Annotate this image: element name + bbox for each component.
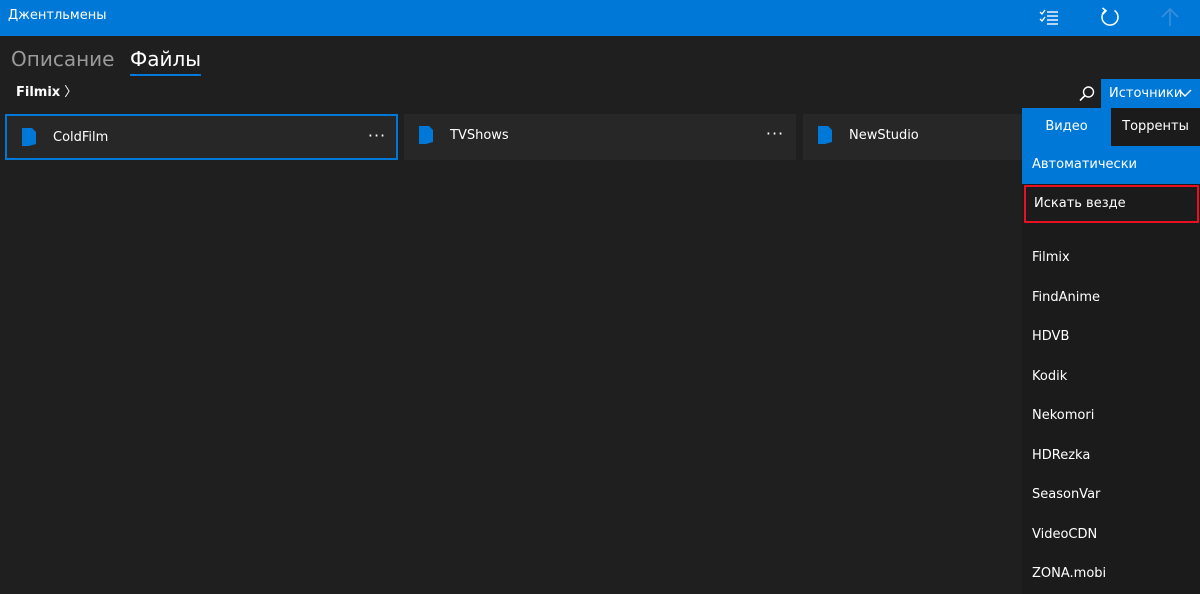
- source-item-hdvb[interactable]: HDVB: [1022, 321, 1200, 353]
- folder-icon: [817, 125, 833, 145]
- source-item-findanime[interactable]: FindAnime: [1022, 282, 1200, 314]
- segment-torrents[interactable]: Торренты: [1111, 108, 1200, 146]
- source-option-search-everywhere[interactable]: Искать везде: [1024, 185, 1199, 223]
- source-item-label: HDVB: [1032, 329, 1070, 344]
- segment-video[interactable]: Видео: [1022, 108, 1111, 146]
- segment-video-label: Видео: [1045, 119, 1088, 134]
- more-options-button[interactable]: ···: [363, 116, 391, 156]
- source-item-hdrezka[interactable]: HDRezka: [1022, 440, 1200, 472]
- breadcrumb-chevron: 〉: [64, 85, 78, 100]
- source-option-label: Искать везде: [1034, 196, 1126, 211]
- source-item-label: Kodik: [1032, 369, 1068, 384]
- source-item-label: ZONA.mobi: [1032, 566, 1107, 581]
- source-item-label: SeasonVar: [1032, 487, 1101, 502]
- source-option-automatic[interactable]: Автоматически: [1022, 146, 1200, 184]
- folder-tile-newstudio[interactable]: NewStudio: [803, 114, 1022, 160]
- sources-dropdown-button[interactable]: Источники: [1101, 79, 1200, 109]
- folder-icon: [418, 125, 434, 145]
- sources-flyout: Видео Торренты Автоматически Искать везд…: [1022, 108, 1200, 594]
- folder-icon: [21, 127, 37, 147]
- source-item-label: Filmix: [1032, 250, 1070, 265]
- segment-torrents-label: Торренты: [1122, 119, 1189, 134]
- tab-files[interactable]: Файлы: [130, 46, 202, 76]
- refresh-icon[interactable]: [1097, 4, 1123, 30]
- folder-name: ColdFilm: [53, 130, 109, 145]
- breadcrumb-item[interactable]: Filmix: [16, 85, 60, 100]
- sources-button-label: Источники: [1109, 86, 1183, 101]
- checklist-icon[interactable]: [1036, 4, 1062, 30]
- tab-description-label: Описание: [11, 47, 115, 71]
- source-option-label: Автоматически: [1032, 157, 1138, 172]
- breadcrumb[interactable]: Filmix 〉: [16, 84, 77, 102]
- source-item-label: FindAnime: [1032, 290, 1101, 305]
- source-item-label: Nekomori: [1032, 408, 1095, 423]
- source-item-label: HDRezka: [1032, 448, 1091, 463]
- title-bar: Джентльмены: [0, 0, 1200, 36]
- search-icon[interactable]: [1077, 84, 1097, 104]
- folder-name: TVShows: [450, 128, 509, 143]
- more-options-button[interactable]: ···: [761, 114, 789, 154]
- tab-active-indicator: [130, 74, 202, 76]
- source-item-kodik[interactable]: Kodik: [1022, 361, 1200, 393]
- chevron-down-icon: [1178, 89, 1192, 97]
- folder-name: NewStudio: [849, 128, 919, 143]
- folder-tile-tvshows[interactable]: TVShows ···: [404, 114, 796, 160]
- window-title: Джентльмены: [8, 8, 107, 23]
- source-item-filmix[interactable]: Filmix: [1022, 242, 1200, 274]
- arrow-up-icon[interactable]: [1157, 4, 1183, 30]
- tab-files-label: Файлы: [130, 47, 202, 71]
- source-item-videocdn[interactable]: VideoCDN: [1022, 519, 1200, 551]
- folder-tile-coldfilm[interactable]: ColdFilm ···: [5, 114, 398, 160]
- source-item-zona-mobi[interactable]: ZONA.mobi: [1022, 558, 1200, 590]
- source-item-label: VideoCDN: [1032, 527, 1098, 542]
- source-item-seasonvar[interactable]: SeasonVar: [1022, 479, 1200, 511]
- source-item-nekomori[interactable]: Nekomori: [1022, 400, 1200, 432]
- tab-description[interactable]: Описание: [11, 46, 114, 72]
